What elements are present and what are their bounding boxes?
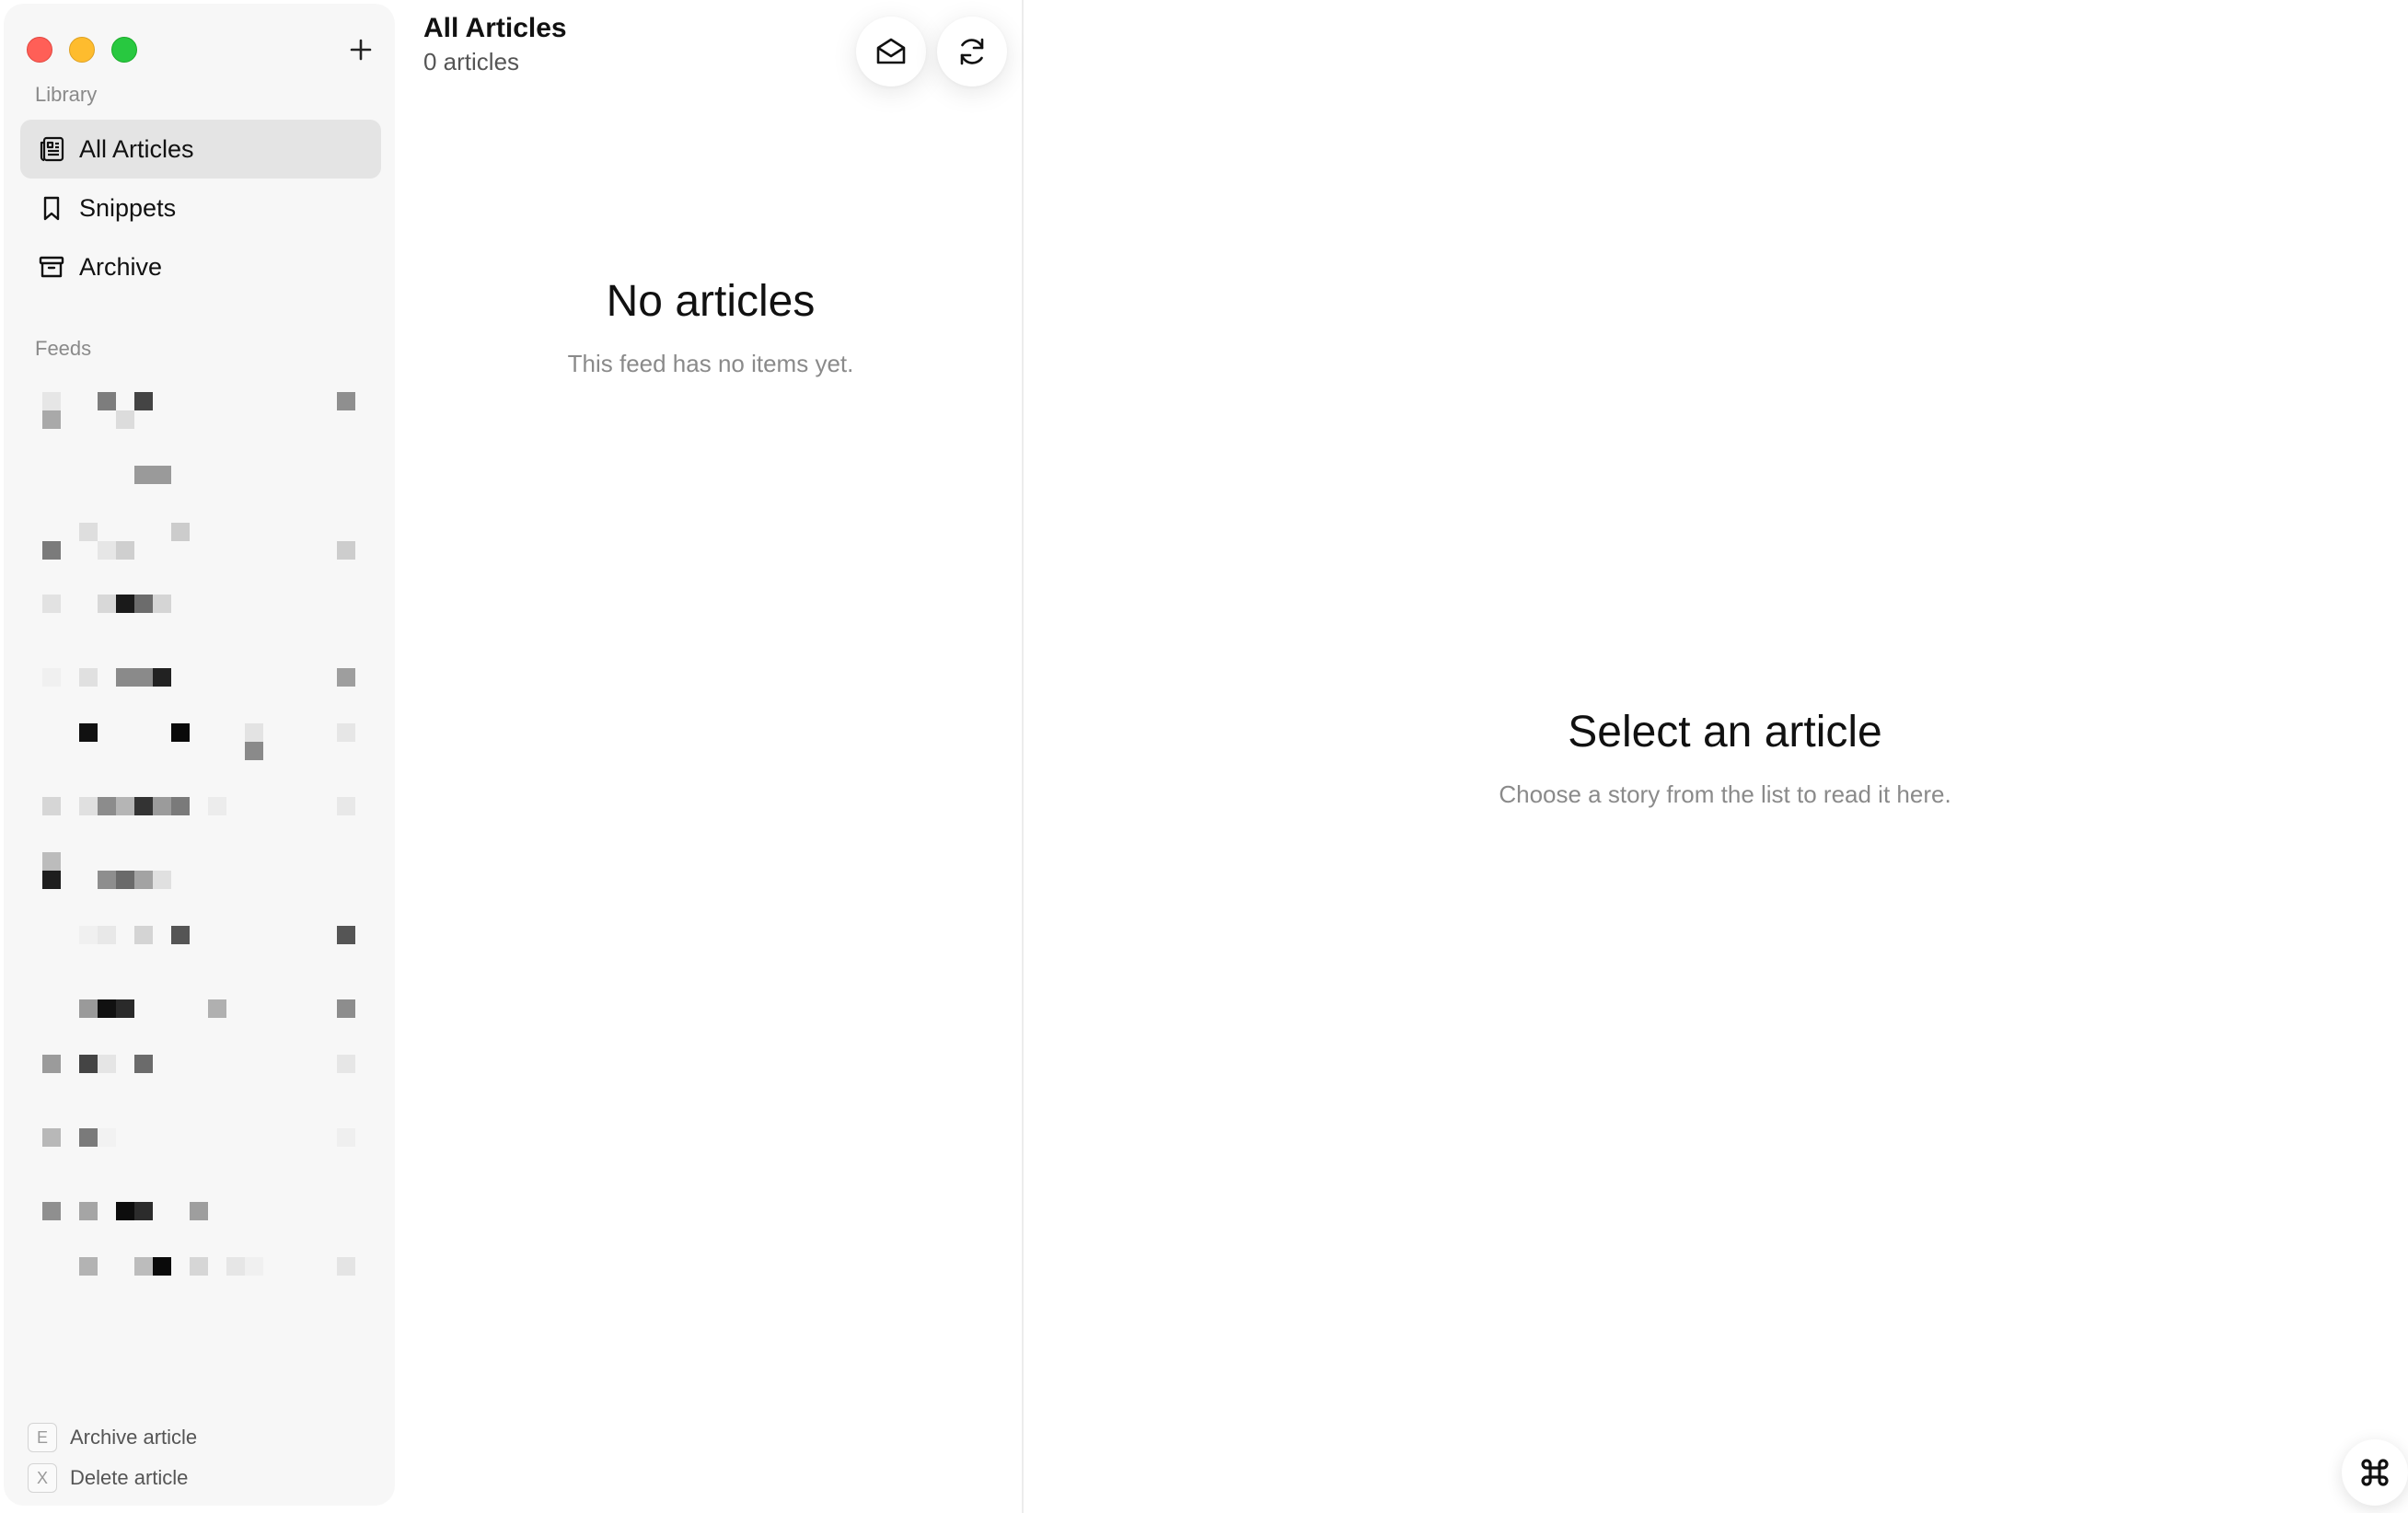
- feeds-section-label: Feeds: [35, 337, 92, 360]
- shortcut-key: X: [28, 1463, 57, 1493]
- feed-item-redacted[interactable]: [31, 1055, 372, 1082]
- feed-item-redacted[interactable]: [31, 462, 372, 490]
- feed-item-redacted[interactable]: [31, 1257, 372, 1285]
- feed-item-redacted[interactable]: [31, 723, 372, 760]
- feed-item-redacted[interactable]: [31, 1128, 372, 1156]
- sidebar-item-archive[interactable]: Archive: [20, 237, 381, 296]
- article-list-pane: All Articles 0 articles No articles This…: [398, 0, 1024, 1513]
- feed-item-redacted[interactable]: [31, 1202, 372, 1230]
- envelope-open-icon: [876, 38, 906, 64]
- reader-empty-title: Select an article: [1568, 708, 1882, 756]
- feed-item-redacted[interactable]: [31, 668, 372, 696]
- shortcut-key: E: [28, 1423, 57, 1452]
- sidebar-item-label: Snippets: [79, 193, 177, 222]
- feed-item-redacted[interactable]: [31, 999, 372, 1027]
- feed-item-redacted[interactable]: [31, 595, 372, 622]
- reader-empty-subtitle: Choose a story from the list to read it …: [1499, 780, 1951, 808]
- sidebar: Library All Articles Snippets Archive Fe…: [4, 4, 395, 1506]
- feed-item-redacted[interactable]: [31, 797, 372, 825]
- reader-pane: Select an article Choose a story from th…: [1024, 0, 2408, 1513]
- refresh-icon: [960, 38, 984, 65]
- shortcut-archive-article: E Archive article: [28, 1423, 197, 1452]
- shortcut-label: Delete article: [70, 1466, 189, 1489]
- feed-item-redacted[interactable]: [31, 852, 372, 889]
- feed-item-redacted[interactable]: [31, 519, 372, 560]
- shortcut-label: Archive article: [70, 1426, 198, 1449]
- add-feed-button[interactable]: [342, 31, 379, 68]
- bookmark-icon: [37, 193, 66, 223]
- sidebar-item-label: All Articles: [79, 134, 194, 163]
- list-empty-subtitle: This feed has no items yet.: [567, 350, 854, 377]
- command-icon: [2361, 1459, 2389, 1486]
- archive-box-icon: [37, 252, 66, 282]
- sidebar-item-label: Archive: [79, 252, 163, 281]
- feed-item-redacted[interactable]: [31, 381, 372, 429]
- sidebar-item-snippets[interactable]: Snippets: [20, 179, 381, 237]
- mark-all-read-button[interactable]: [856, 17, 926, 87]
- app-window: Library All Articles Snippets Archive Fe…: [0, 0, 2408, 1513]
- article-count: 0 articles: [423, 48, 520, 75]
- newspaper-icon: [37, 134, 66, 164]
- list-title: All Articles: [423, 13, 567, 43]
- library-section-label: Library: [35, 83, 98, 106]
- feed-item-redacted[interactable]: [31, 926, 372, 953]
- window-maximize-button[interactable]: [111, 37, 137, 63]
- refresh-button[interactable]: [937, 17, 1007, 87]
- command-menu-button[interactable]: [2342, 1439, 2408, 1506]
- list-empty-title: No articles: [606, 277, 816, 326]
- sidebar-item-all-articles[interactable]: All Articles: [20, 120, 381, 179]
- plus-icon: [350, 39, 372, 61]
- window-close-button[interactable]: [27, 37, 52, 63]
- shortcut-delete-article: X Delete article: [28, 1463, 188, 1493]
- window-minimize-button[interactable]: [69, 37, 95, 63]
